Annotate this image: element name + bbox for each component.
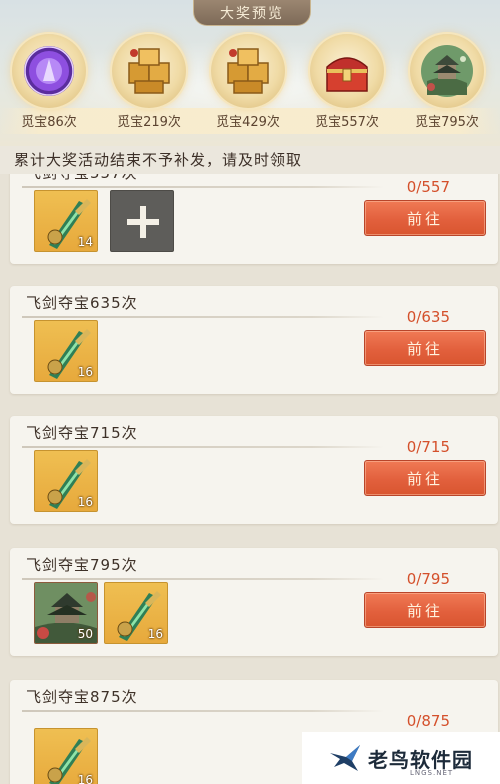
go-button[interactable]: 前往: [364, 592, 486, 628]
reward-item[interactable]: 16: [104, 582, 168, 644]
milestone-progress: 0/635: [406, 308, 450, 326]
divider: [22, 446, 384, 448]
reward-preview-4[interactable]: 觅宝557次: [310, 34, 384, 130]
reward-preview-5[interactable]: 觅宝795次: [410, 34, 484, 130]
reward-item[interactable]: 50: [34, 582, 98, 644]
go-button[interactable]: 前往: [364, 460, 486, 496]
plus-icon: [127, 206, 159, 238]
divider: [22, 316, 384, 318]
watermark-subtext: LNGS.NET: [410, 769, 454, 777]
item-quantity: 16: [77, 495, 93, 509]
reward-preview-2[interactable]: 觅宝219次: [112, 34, 186, 130]
purple-orb-icon: [21, 43, 77, 99]
claim-notice: 累计大奖活动结束不予补发，请及时领取: [0, 146, 500, 174]
go-button[interactable]: 前往: [364, 330, 486, 366]
reward-item[interactable]: 14: [34, 190, 98, 252]
item-quantity: 16: [147, 627, 163, 641]
pavilion-scene-icon: [419, 43, 475, 99]
milestone-progress: 0/795: [406, 570, 450, 588]
milestone-progress: 0/715: [406, 438, 450, 456]
item-quantity: 14: [77, 235, 93, 249]
reward-preview-1[interactable]: 觅宝86次: [12, 34, 86, 130]
milestone-title: 飞剑夺宝875次: [26, 688, 138, 706]
bird-logo-icon: [330, 745, 360, 771]
item-quantity: 16: [77, 365, 93, 379]
reward-item[interactable]: 16: [34, 450, 98, 512]
reward-caption: 觅宝86次: [21, 115, 77, 130]
go-button[interactable]: 前往: [364, 200, 486, 236]
item-quantity: 16: [77, 773, 93, 784]
grand-prize-preview-banner: 大奖预览 觅宝86次 觅宝219次 觅宝429次 觅宝557次 觅宝795次: [0, 0, 500, 146]
item-quantity: 50: [77, 627, 93, 641]
reward-preview-3[interactable]: 觅宝429次: [211, 34, 285, 130]
milestone-card: 飞剑夺宝715次 0/715 前往 16: [10, 416, 498, 524]
golden-crate-icon: [121, 43, 177, 99]
reward-caption: 觅宝429次: [216, 115, 280, 130]
milestone-card: 飞剑夺宝795次 0/795 前往 50 16: [10, 548, 498, 656]
reward-caption: 觅宝795次: [415, 115, 479, 130]
red-treasure-chest-icon: [319, 43, 375, 99]
divider: [22, 186, 384, 188]
site-watermark: 老鸟软件园 LNGS.NET: [302, 732, 500, 784]
milestone-title: 飞剑夺宝715次: [26, 424, 138, 442]
banner-title: 大奖预览: [193, 0, 311, 26]
milestone-progress: 0/875: [406, 712, 450, 730]
milestone-title: 飞剑夺宝795次: [26, 556, 138, 574]
golden-crate-icon: [220, 43, 276, 99]
milestone-title: 飞剑夺宝635次: [26, 294, 138, 312]
reward-item[interactable]: 16: [34, 728, 98, 784]
reward-item[interactable]: 16: [34, 320, 98, 382]
divider: [22, 578, 384, 580]
reward-caption: 觅宝219次: [117, 115, 181, 130]
milestone-progress: 0/557: [406, 178, 450, 196]
milestone-card: 飞剑夺宝635次 0/635 前往 16: [10, 286, 498, 394]
milestone-list[interactable]: 飞剑夺宝557次 0/557 前往 14 飞剑夺宝635次 0/635 前往: [0, 174, 500, 784]
reward-caption: 觅宝557次: [315, 115, 379, 130]
milestone-card: 飞剑夺宝557次 0/557 前往 14: [10, 174, 498, 264]
milestone-title: 飞剑夺宝557次: [26, 174, 138, 183]
divider: [22, 710, 384, 712]
add-slot[interactable]: [110, 190, 174, 252]
